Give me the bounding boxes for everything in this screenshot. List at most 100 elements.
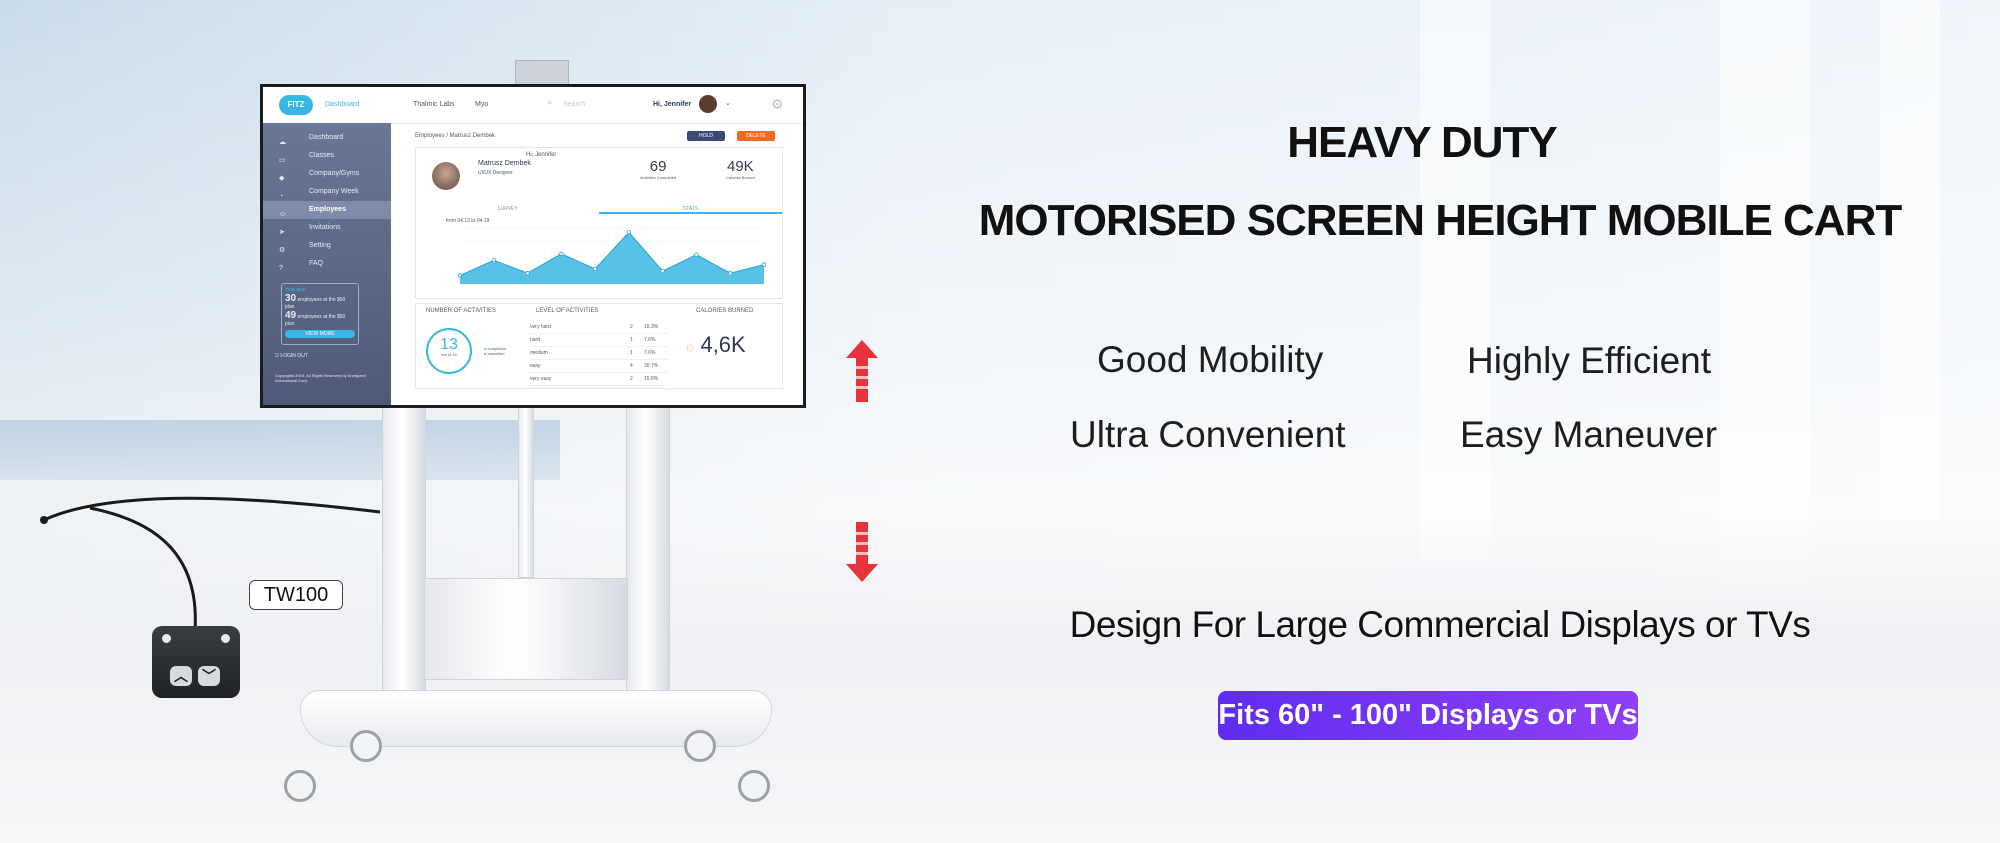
cart-wheel (738, 770, 770, 802)
help-icon: ? (279, 265, 283, 272)
cart-wheel (684, 730, 716, 762)
level-table: very hard 2 15.3% hard 1 7.6% medium 1 7.6% ea… (530, 321, 668, 386)
flame-icon: ◌ (686, 339, 695, 355)
ring-legend: ● completed ● cancelled (484, 346, 506, 356)
sidebar-item-dashboard[interactable]: ☁ Dashboard (263, 129, 391, 147)
dashboard-main: Employees / Matrusz Dembek HOLD DELETE H… (391, 123, 803, 405)
feature-easy-maneuver: Easy Maneuver (1460, 414, 1718, 455)
chart-point (525, 271, 530, 276)
level-pct: 15.3% (644, 324, 659, 330)
table-row: hard 1 7.6% (530, 334, 668, 347)
chart-point (728, 271, 733, 276)
sidebar-footer: Copyrights 2015. All Rights Reserved by … (275, 373, 366, 383)
table-row: very easy 2 15.6% (530, 373, 668, 386)
sidebar-item-employees[interactable]: ☺ Employees (263, 201, 391, 219)
level-count: 1 (630, 350, 633, 356)
kpi-activities: 69 Activities Completed (640, 158, 676, 180)
tab-survey[interactable]: SURVEY (416, 206, 599, 212)
level-name: easy (530, 363, 541, 369)
plan-count-1: 30 (285, 293, 297, 304)
dashboard-sidebar: ☁ Dashboard ▭ Classes ◆ Company/Gyms ◔ Compa… (263, 123, 391, 405)
table-row: easy 4 30.7% (530, 360, 668, 373)
headline-line2: MOTORISED SCREEN HEIGHT MOBILE CART (978, 196, 1902, 245)
logout-link[interactable]: ⎋ LOGIN OUT (275, 353, 308, 359)
nav-dashboard[interactable]: Dashboard (325, 101, 359, 108)
view-more-button[interactable]: VIEW MORE (285, 330, 355, 338)
profile-avatar (432, 162, 460, 190)
height-controller[interactable]: ︿ ﹀ (152, 626, 240, 698)
profile-card: Hi, Jennifer Matrusz Dembek UI/UX Design… (415, 147, 783, 299)
sidebar-item-company-week[interactable]: ◔ Company Week (263, 183, 391, 201)
breadcrumb[interactable]: Employees / Matrusz Dembek (415, 133, 495, 139)
level-name: very easy (530, 376, 552, 382)
chart-point (761, 262, 767, 267)
level-pct: 7.6% (644, 350, 656, 356)
level-pct: 30.7% (644, 363, 659, 369)
tab-bar: SURVEY STATS (416, 206, 782, 216)
level-count: 1 (630, 337, 633, 343)
stats-area-chart (457, 227, 767, 285)
headline-line1: HEAVY DUTY (1287, 118, 1558, 167)
sidebar-item-faq[interactable]: ? FAQ (263, 255, 391, 273)
chart-point (592, 266, 598, 272)
search-icon[interactable]: ⌕ (547, 97, 553, 108)
sidebar-item-label: Classes (309, 152, 334, 159)
level-name: very hard (530, 324, 551, 330)
search-input[interactable]: Search (563, 101, 585, 108)
tab-stats[interactable]: STATS (599, 206, 782, 214)
profile-role: UI/UX Designer (478, 170, 513, 176)
controller-screw (162, 634, 171, 643)
background-pillar (1420, 0, 1490, 560)
avatar[interactable] (699, 95, 717, 113)
cart-crossbar (424, 578, 628, 680)
plan-row-2: 49 employees at the $50 plan (285, 310, 355, 327)
chart-point (559, 251, 564, 257)
profile-name: Matrusz Dembek (478, 160, 531, 167)
level-count: 2 (630, 376, 633, 382)
cart-wheel (284, 770, 316, 802)
nav-company[interactable]: Thalmic Labs (413, 101, 455, 108)
background-pillar (1880, 0, 1940, 520)
level-count: 2 (630, 324, 633, 330)
cart-wheel (350, 730, 382, 762)
plan-row-1: 30 employees at the $50 plan (285, 293, 355, 310)
level-name: medium (530, 350, 548, 356)
activities-ring: 13 out of 14 (426, 328, 472, 374)
cart-pole-center (518, 406, 534, 578)
kpi-label: Calories Burned (726, 175, 755, 180)
dashboard-topbar: FITZ Dashboard Thalmic Labs Myo ⌕ Search… (263, 87, 803, 124)
level-name: hard (530, 337, 541, 343)
sidebar-item-company-gyms[interactable]: ◆ Company/Gyms (263, 165, 391, 183)
level-pct: 15.6% (644, 376, 659, 382)
sidebar-item-label: Dashboard (309, 134, 344, 141)
chart-point (491, 258, 496, 263)
controller-down-button[interactable]: ﹀ (198, 666, 220, 686)
logout-label: LOGIN OUT (280, 353, 308, 359)
kpi-value: 49K (726, 158, 754, 175)
up-arrow-icon (846, 340, 878, 402)
controller-screw (221, 634, 230, 643)
size-badge: Fits 60" - 100" Displays or TVs (1218, 691, 1638, 740)
sidebar-item-classes[interactable]: ▭ Classes (263, 147, 391, 165)
chart-point (457, 273, 463, 278)
sidebar-item-label: FAQ (309, 260, 324, 267)
dashboard-ui: FITZ Dashboard Thalmic Labs Myo ⌕ Search… (263, 87, 803, 405)
delete-button[interactable]: DELETE (737, 131, 775, 141)
table-row: medium 1 7.6% (530, 347, 668, 360)
hold-button[interactable]: HOLD (687, 131, 725, 141)
sidebar-item-invitations[interactable]: ➤ Invitations (263, 219, 391, 237)
gear-icon[interactable]: ⚙ (771, 96, 784, 113)
background-pillar (1720, 0, 1810, 600)
legend-item: ● cancelled (484, 351, 506, 356)
model-label: TW100 (249, 580, 343, 610)
section-heading: LEVEL OF ACTIVITIES (536, 308, 599, 314)
kpi-label: Activities Completed (640, 175, 677, 180)
table-row: very hard 2 15.3% (530, 321, 668, 334)
chevron-down-icon[interactable]: ⌄ (725, 99, 731, 107)
sidebar-item-setting[interactable]: ⚙ Setting (263, 237, 391, 255)
feature-ultra-convenient: Ultra Convenient (1070, 414, 1346, 455)
chart-point (626, 230, 632, 235)
controller-cable (40, 496, 381, 631)
controller-up-button[interactable]: ︿ (170, 666, 192, 686)
chart-area (460, 232, 764, 284)
